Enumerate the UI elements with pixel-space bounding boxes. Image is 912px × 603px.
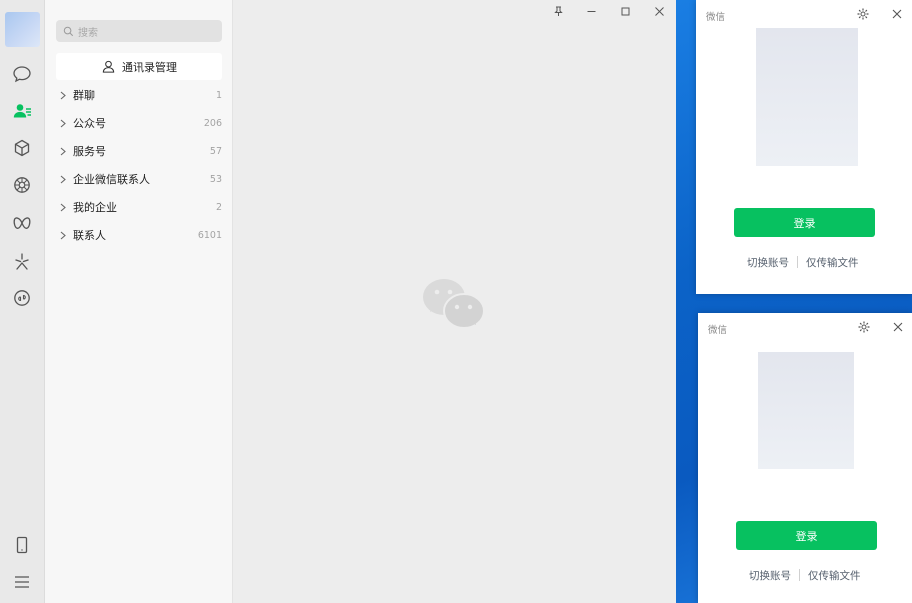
transfer-files-only-link[interactable]: 仅传输文件 bbox=[808, 568, 861, 583]
chevron-right-icon bbox=[56, 116, 70, 130]
contact-group-count: 1 bbox=[215, 89, 222, 101]
contacts-manage-button[interactable]: 通讯录管理 bbox=[56, 53, 222, 80]
contact-panel: 搜索 通讯录管理 群聊 1 公众号 206 服务号 57 企业微信联系人 53 bbox=[45, 0, 233, 603]
close-icon[interactable] bbox=[890, 7, 904, 21]
channels-icon[interactable] bbox=[10, 211, 34, 235]
chevron-right-icon bbox=[56, 228, 70, 242]
chat-area bbox=[233, 0, 676, 603]
pin-icon[interactable] bbox=[548, 3, 568, 19]
login-links: 切换账号 仅传输文件 bbox=[747, 254, 859, 270]
gear-icon[interactable] bbox=[856, 7, 870, 21]
contact-group-count: 206 bbox=[203, 117, 222, 129]
avatar[interactable] bbox=[5, 12, 40, 47]
contact-group-count: 2 bbox=[215, 201, 222, 213]
chevron-right-icon bbox=[56, 200, 70, 214]
menu-icon[interactable] bbox=[10, 570, 34, 594]
contact-group-count: 57 bbox=[209, 145, 222, 157]
contact-group-label: 联系人 bbox=[73, 229, 106, 242]
login-window: 微信 登录 切换账号 仅传输文件 bbox=[696, 0, 912, 294]
wechat-main-window: 搜索 通讯录管理 群聊 1 公众号 206 服务号 57 企业微信联系人 53 bbox=[0, 0, 676, 603]
search-discover-icon[interactable] bbox=[10, 249, 34, 273]
contacts-manage-label: 通讯录管理 bbox=[122, 60, 177, 74]
person-icon bbox=[102, 60, 115, 73]
contact-group-row[interactable]: 服务号 57 bbox=[56, 140, 222, 162]
minimize-icon[interactable] bbox=[581, 3, 601, 19]
transfer-files-only-link[interactable]: 仅传输文件 bbox=[806, 255, 859, 270]
close-icon[interactable] bbox=[649, 3, 669, 19]
phone-icon[interactable] bbox=[10, 533, 34, 557]
link-divider bbox=[797, 256, 798, 268]
contact-group-label: 企业微信联系人 bbox=[73, 173, 150, 186]
login-avatar bbox=[756, 28, 858, 166]
chevron-right-icon bbox=[56, 172, 70, 186]
gear-icon[interactable] bbox=[857, 320, 871, 334]
contacts-icon[interactable] bbox=[10, 99, 34, 123]
login-avatar bbox=[758, 352, 854, 469]
chevron-right-icon bbox=[56, 144, 70, 158]
contact-group-count: 53 bbox=[209, 173, 222, 185]
contact-group-row[interactable]: 我的企业 2 bbox=[56, 196, 222, 218]
login-window-title: 微信 bbox=[706, 12, 726, 23]
contact-group-label: 服务号 bbox=[73, 145, 106, 158]
maximize-icon[interactable] bbox=[615, 3, 635, 19]
wechat-logo-icon bbox=[423, 279, 485, 329]
link-divider bbox=[799, 569, 800, 581]
contact-group-label: 我的企业 bbox=[73, 201, 117, 214]
login-button[interactable]: 登录 bbox=[734, 208, 875, 237]
nav-rail bbox=[0, 0, 45, 603]
login-window-title: 微信 bbox=[708, 325, 728, 336]
favorites-icon[interactable] bbox=[10, 136, 34, 160]
contact-group-count: 6101 bbox=[197, 229, 222, 241]
search-input[interactable]: 搜索 bbox=[56, 20, 222, 42]
contact-group-label: 群聊 bbox=[73, 89, 95, 102]
contact-group-row[interactable]: 群聊 1 bbox=[56, 84, 222, 106]
close-icon[interactable] bbox=[891, 320, 905, 334]
chat-icon[interactable] bbox=[10, 62, 34, 86]
contact-group-row[interactable]: 企业微信联系人 53 bbox=[56, 168, 222, 190]
search-icon bbox=[63, 26, 74, 36]
contact-group-row[interactable]: 联系人 6101 bbox=[56, 224, 222, 246]
mini-programs-icon[interactable] bbox=[10, 286, 34, 310]
switch-account-link[interactable]: 切换账号 bbox=[747, 255, 789, 270]
contact-group-label: 公众号 bbox=[73, 117, 106, 130]
login-window: 微信 登录 切换账号 仅传输文件 bbox=[698, 313, 912, 603]
contact-group-row[interactable]: 公众号 206 bbox=[56, 112, 222, 134]
chevron-right-icon bbox=[56, 88, 70, 102]
login-links: 切换账号 仅传输文件 bbox=[749, 567, 861, 583]
login-button[interactable]: 登录 bbox=[736, 521, 877, 550]
search-placeholder: 搜索 bbox=[78, 27, 98, 39]
switch-account-link[interactable]: 切换账号 bbox=[749, 568, 791, 583]
moments-icon[interactable] bbox=[10, 173, 34, 197]
